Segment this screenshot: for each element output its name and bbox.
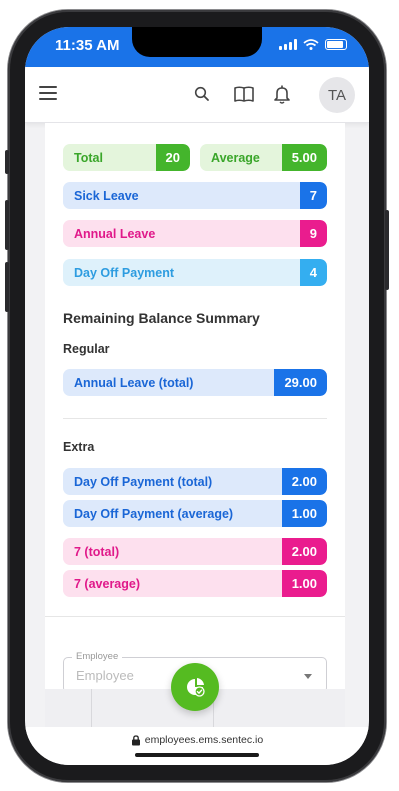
app-bar: TA bbox=[25, 67, 369, 123]
signal-icon bbox=[279, 39, 297, 50]
remaining-balance-title: Remaining Balance Summary bbox=[63, 310, 260, 326]
wifi-icon bbox=[303, 39, 319, 50]
day-off-payment-average-value: 1.00 bbox=[281, 500, 327, 527]
seven-average-pill[interactable]: 7 (average) 1.00 bbox=[63, 570, 327, 597]
annual-leave-label: Annual Leave bbox=[74, 226, 156, 241]
battery-icon bbox=[325, 39, 347, 50]
day-off-payment-total-value: 2.00 bbox=[281, 468, 327, 495]
chevron-down-icon bbox=[304, 674, 312, 679]
seven-total-pill[interactable]: 7 (total) 2.00 bbox=[63, 538, 327, 565]
day-off-payment-average-label: Day Off Payment (average) bbox=[74, 506, 234, 521]
menu-icon[interactable] bbox=[39, 86, 57, 100]
total-pill[interactable]: Total 20 bbox=[63, 144, 190, 171]
status-icons bbox=[279, 39, 347, 50]
total-value: 20 bbox=[155, 144, 190, 171]
status-time: 11:35 AM bbox=[55, 37, 120, 54]
book-icon[interactable] bbox=[233, 83, 255, 105]
section-divider bbox=[63, 418, 327, 419]
regular-title: Regular bbox=[63, 342, 110, 356]
home-indicator[interactable] bbox=[135, 753, 259, 757]
sick-leave-value: 7 bbox=[299, 182, 327, 209]
volume-down-button bbox=[5, 262, 9, 312]
employee-field-label: Employee bbox=[72, 651, 123, 662]
camera-notch bbox=[132, 27, 262, 57]
power-button bbox=[385, 210, 389, 290]
day-off-payment-value: 4 bbox=[299, 259, 327, 286]
sick-leave-pill[interactable]: Sick Leave 7 bbox=[63, 182, 327, 209]
employee-field-placeholder: Employee bbox=[76, 668, 134, 683]
annual-leave-pill[interactable]: Annual Leave 9 bbox=[63, 220, 327, 247]
annual-leave-total-label: Annual Leave (total) bbox=[74, 375, 194, 390]
day-off-payment-total-label: Day Off Payment (total) bbox=[74, 474, 213, 489]
seven-total-value: 2.00 bbox=[281, 538, 327, 565]
total-label: Total bbox=[74, 150, 103, 165]
totals-row: Total 20 Average 5.00 bbox=[63, 144, 327, 171]
mute-switch bbox=[5, 150, 9, 174]
lock-icon bbox=[131, 735, 140, 746]
annual-leave-total-pill[interactable]: Annual Leave (total) 29.00 bbox=[63, 369, 327, 396]
avatar[interactable]: TA bbox=[319, 77, 355, 113]
device-screen: 11:35 AM TA Total 20 Average 5.00 Sick L… bbox=[25, 27, 369, 765]
seven-total-label: 7 (total) bbox=[74, 544, 120, 559]
browser-url-bar[interactable]: employees.ems.sentec.io bbox=[25, 727, 369, 765]
day-off-payment-total-pill[interactable]: Day Off Payment (total) 2.00 bbox=[63, 468, 327, 495]
average-label: Average bbox=[211, 150, 260, 165]
pie-chart-check-icon bbox=[187, 678, 205, 697]
bell-icon[interactable] bbox=[271, 83, 293, 105]
url-text: employees.ems.sentec.io bbox=[144, 734, 264, 746]
card-divider bbox=[45, 616, 345, 617]
leave-summary-card: Total 20 Average 5.00 Sick Leave 7 Annua… bbox=[45, 123, 345, 717]
day-off-payment-label: Day Off Payment bbox=[74, 265, 175, 280]
sick-leave-label: Sick Leave bbox=[74, 188, 139, 203]
average-value: 5.00 bbox=[281, 144, 327, 171]
annual-leave-total-value: 29.00 bbox=[274, 369, 327, 396]
extra-title: Extra bbox=[63, 440, 95, 454]
annual-leave-value: 9 bbox=[299, 220, 327, 247]
day-off-payment-average-pill[interactable]: Day Off Payment (average) 1.00 bbox=[63, 500, 327, 527]
report-fab-button[interactable] bbox=[171, 663, 219, 711]
seven-average-value: 1.00 bbox=[281, 570, 327, 597]
status-bar: 11:35 AM bbox=[25, 27, 369, 67]
day-off-payment-pill[interactable]: Day Off Payment 4 bbox=[63, 259, 327, 286]
volume-up-button bbox=[5, 200, 9, 250]
seven-average-label: 7 (average) bbox=[74, 576, 141, 591]
average-pill[interactable]: Average 5.00 bbox=[200, 144, 327, 171]
search-icon[interactable] bbox=[191, 83, 213, 105]
